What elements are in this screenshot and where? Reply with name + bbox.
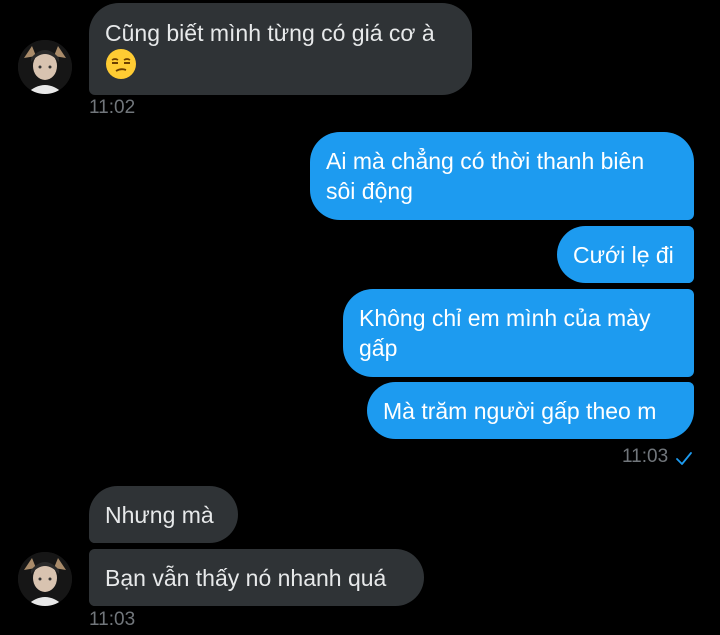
message-text: Cưới lẹ đi xyxy=(573,241,674,268)
message-bubble-outgoing[interactable]: Mà trăm người gấp theo m xyxy=(367,382,694,439)
message-bubble-outgoing[interactable]: Không chỉ em mình của mày gấp xyxy=(343,289,694,377)
message-bubble-outgoing[interactable]: Cưới lẹ đi xyxy=(557,226,694,283)
message-text-line1: Không chỉ em mình của mày xyxy=(359,305,651,331)
message-text-line1: Ai mà chẳng có thời thanh biên xyxy=(326,148,645,174)
message-text-line2: gấp xyxy=(359,335,398,361)
contact-avatar[interactable] xyxy=(18,40,72,94)
message-bubble-outgoing[interactable]: Ai mà chẳng có thời thanh biên sôi động xyxy=(310,132,694,220)
contact-avatar-image xyxy=(18,552,72,606)
read-check-icon xyxy=(676,452,692,465)
message-text: Bạn vẫn thấy nó nhanh quá xyxy=(105,564,387,591)
contact-avatar-image xyxy=(18,40,72,94)
unamused-face-icon xyxy=(105,48,137,80)
contact-avatar[interactable] xyxy=(18,552,72,606)
message-timestamp: 11:02 xyxy=(89,97,136,118)
message-bubble-incoming[interactable]: Bạn vẫn thấy nó nhanh quá xyxy=(89,549,424,606)
message-text: Nhưng mà xyxy=(105,501,214,528)
message-bubble-incoming[interactable]: Nhưng mà xyxy=(89,486,238,543)
message-timestamp: 11:03 xyxy=(89,609,136,630)
message-bubble-incoming[interactable]: Cũng biết mình từng có giá cơ à xyxy=(89,3,472,95)
message-text: Mà trăm người gấp theo m xyxy=(383,397,657,424)
message-text-line2: sôi động xyxy=(326,178,413,204)
message-text: Cũng biết mình từng có giá cơ à xyxy=(105,20,435,46)
message-timestamp: 11:03 xyxy=(622,446,669,467)
